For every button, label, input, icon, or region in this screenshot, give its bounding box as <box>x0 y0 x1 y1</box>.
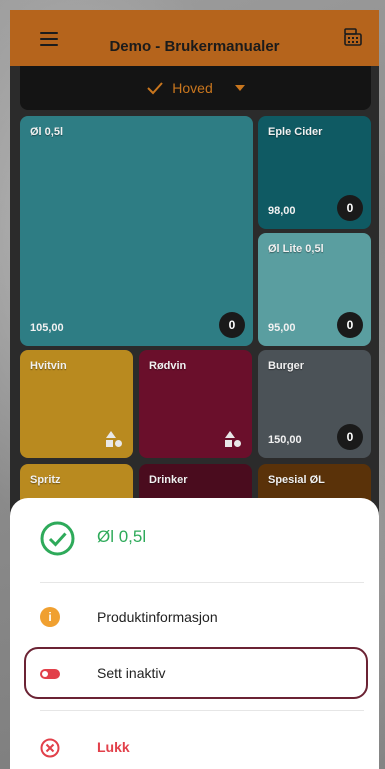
app-title: Demo - Brukermanualer <box>109 38 280 55</box>
info-icon: i <box>40 607 60 627</box>
product-tile-eple-cider[interactable]: Eple Cider 98,00 0 <box>258 116 371 229</box>
sheet-header: Øl 0,5l <box>10 498 379 573</box>
product-tile-burger[interactable]: Burger 150,00 0 <box>258 350 371 458</box>
divider <box>40 582 364 583</box>
category-shapes-icon <box>106 431 122 447</box>
tile-label: Hvitvin <box>30 360 67 372</box>
check-circle-icon <box>40 521 75 556</box>
menu-item-produktinformasjon[interactable]: i Produktinformasjon <box>10 593 379 643</box>
check-icon <box>147 82 164 95</box>
menu-item-sett-inaktiv[interactable]: Sett inaktiv <box>10 649 379 699</box>
product-tile-ol-05l[interactable]: Øl 0,5l 105,00 0 <box>20 116 253 346</box>
tile-label: Eple Cider <box>268 126 323 138</box>
sheet-title: Øl 0,5l <box>97 527 147 546</box>
tile-label: Øl Lite 0,5l <box>268 243 324 255</box>
toggle-icon <box>40 669 60 679</box>
tile-label: Rødvin <box>149 360 187 372</box>
tile-label: Drinker <box>149 474 188 486</box>
menu-item-lukk[interactable]: Lukk <box>10 723 379 769</box>
tile-price: 98,00 <box>268 205 296 217</box>
menu-item-label: Sett inaktiv <box>97 665 166 681</box>
tile-price: 105,00 <box>30 322 64 334</box>
menu-item-label: Lukk <box>97 739 130 755</box>
tile-count-badge: 0 <box>337 195 363 221</box>
cash-register-icon[interactable] <box>344 28 362 46</box>
tile-label: Burger <box>268 360 305 372</box>
tile-count-badge: 0 <box>219 312 245 338</box>
category-tile-hvitvin[interactable]: Hvitvin <box>20 350 133 458</box>
divider <box>40 710 364 711</box>
category-selector[interactable]: Hoved <box>20 66 371 110</box>
category-tile-rodvin[interactable]: Rødvin <box>139 350 252 458</box>
tile-label: Øl 0,5l <box>30 126 64 138</box>
category-shapes-icon <box>225 431 241 447</box>
menu-item-label: Produktinformasjon <box>97 609 218 625</box>
dropdown-caret-icon <box>234 85 245 91</box>
category-selector-label: Hoved <box>172 80 213 96</box>
tile-count-badge: 0 <box>337 424 363 450</box>
app-bar: Demo - Brukermanualer <box>10 10 379 66</box>
tile-label: Spritz <box>30 474 61 486</box>
product-tile-ol-lite[interactable]: Øl Lite 0,5l 95,00 0 <box>258 233 371 346</box>
tile-count-badge: 0 <box>337 312 363 338</box>
action-bottom-sheet: Øl 0,5l i Produktinformasjon Sett inakti… <box>10 498 379 769</box>
tile-price: 150,00 <box>268 434 302 446</box>
phone-screen: Øl 0,5l 105,00 0 Eple Cider 98,00 0 Øl L… <box>10 10 379 769</box>
close-circle-icon <box>40 738 60 758</box>
tile-price: 95,00 <box>268 322 296 334</box>
tile-label: Spesial ØL <box>268 474 325 486</box>
